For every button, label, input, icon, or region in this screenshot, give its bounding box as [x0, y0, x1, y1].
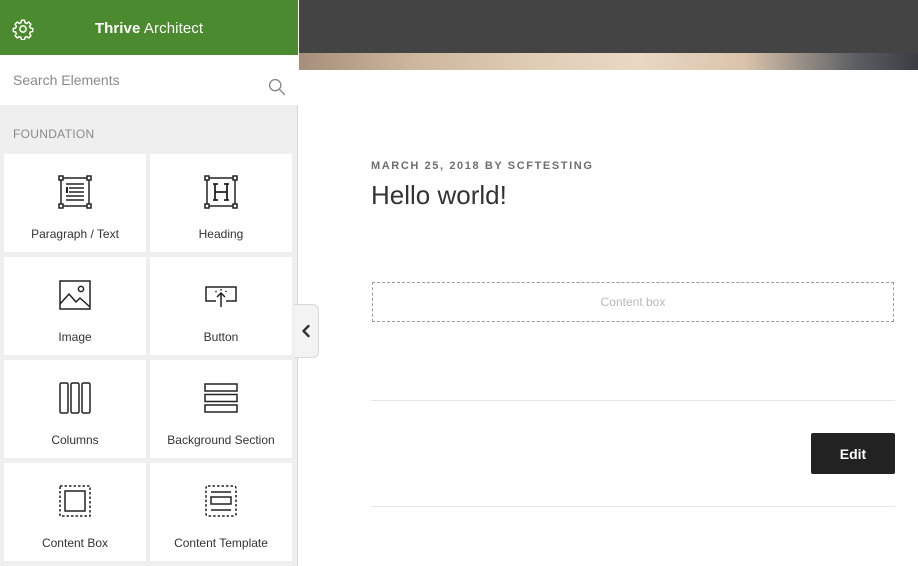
gear-icon	[12, 19, 34, 40]
element-tile-label: Content Template	[174, 536, 268, 550]
app-title-rest: Architect	[140, 20, 204, 37]
element-tile-label: Paragraph / Text	[31, 227, 119, 241]
element-tile-label: Content Box	[41, 536, 109, 550]
heading-icon	[204, 175, 238, 209]
search-elements-input[interactable]	[0, 55, 260, 105]
element-tile-heading[interactable]: Heading	[150, 154, 292, 252]
element-tile-label: Button	[203, 330, 239, 344]
search-bar	[0, 55, 298, 105]
app-title: Thrive Architect	[0, 0, 298, 55]
button-icon	[205, 286, 237, 307]
editor-app: Thrive Architect FOUNDATION	[0, 0, 918, 566]
element-tile-image[interactable]: Image	[4, 257, 146, 355]
element-tile-button[interactable]: Button	[150, 257, 292, 355]
settings-button[interactable]	[10, 16, 36, 42]
element-tile-label: Background Section	[167, 433, 275, 447]
search-icon[interactable]	[268, 78, 286, 96]
element-tile-content-box[interactable]: Content Box	[4, 463, 146, 561]
sidebar-header: Thrive Architect	[0, 0, 298, 55]
content-template-icon	[205, 485, 237, 517]
element-tile-label: Image	[58, 330, 92, 344]
element-tile-paragraph-text[interactable]: Paragraph / Text	[4, 154, 146, 252]
post-title[interactable]: Hello world!	[371, 180, 507, 211]
background-section-icon	[204, 383, 238, 413]
element-tile-label: Heading	[198, 227, 244, 241]
element-tile-background-section[interactable]: Background Section	[150, 360, 292, 458]
element-tile-columns[interactable]: Columns	[4, 360, 146, 458]
section-title-foundation: FOUNDATION	[13, 127, 95, 141]
element-tile-content-template[interactable]: Content Template	[150, 463, 292, 561]
content-box-icon	[59, 485, 91, 517]
chevron-left-icon	[302, 324, 310, 338]
divider	[371, 400, 895, 401]
element-tile-label: Columns	[51, 433, 99, 447]
divider	[371, 506, 895, 507]
columns-icon	[59, 382, 91, 414]
content-box-drop-zone[interactable]: Content box	[372, 282, 894, 322]
hero-image-strip	[299, 53, 918, 70]
edit-button[interactable]: Edit	[811, 433, 895, 474]
image-icon	[59, 280, 91, 310]
app-title-bold: Thrive	[94, 20, 141, 37]
paragraph-text-icon	[58, 175, 92, 209]
site-header-bar	[299, 0, 918, 53]
elements-sidebar: Thrive Architect FOUNDATION	[0, 0, 298, 566]
collapse-sidebar-button[interactable]	[294, 304, 319, 358]
post-meta: MARCH 25, 2018 BY SCFTESTING	[371, 160, 594, 172]
